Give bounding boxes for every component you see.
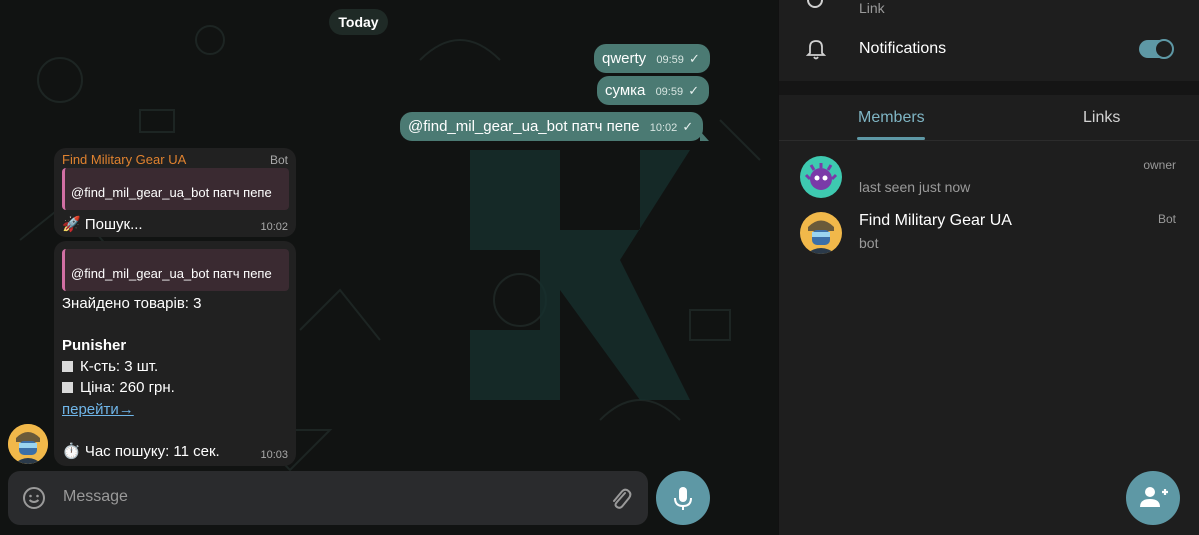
read-check-icon: ✓	[688, 83, 700, 98]
found-count-text: Знайдено товарів: 3	[62, 295, 202, 312]
message-time: 09:59	[655, 86, 684, 98]
bell-icon	[805, 40, 827, 60]
product-price: Ціна: 260 грн.	[62, 379, 175, 396]
tab-members[interactable]: Members	[858, 109, 925, 127]
toggle-knob	[1154, 39, 1174, 59]
add-user-icon	[1140, 487, 1168, 507]
bot-avatar-image	[800, 212, 842, 254]
notifications-label: Notifications	[859, 40, 947, 57]
bubble-tail	[700, 131, 710, 141]
reply-quote[interactable]: @find_mil_gear_ua_bot патч пепе	[62, 249, 289, 291]
tab-links[interactable]: Links	[1083, 109, 1120, 127]
sender-name[interactable]: Find Military Gear UA	[62, 152, 186, 167]
reply-quote[interactable]: @find_mil_gear_ua_bot патч пепе	[62, 168, 289, 210]
message-time: 10:03	[260, 449, 288, 461]
incoming-message[interactable]: Find Military Gear UA Bot @find_mil_gear…	[54, 148, 296, 237]
owner-avatar-image	[800, 156, 842, 198]
read-check-icon: ✓	[688, 51, 700, 66]
bot-avatar-image	[8, 424, 48, 464]
link-icon	[807, 0, 823, 8]
product-name: Punisher	[62, 337, 127, 354]
message-text: сумка	[605, 82, 646, 99]
message-time: 09:59	[656, 54, 684, 66]
message-time: 10:02	[649, 122, 678, 134]
member-item[interactable]: Find Military Gear UA bot Bot	[779, 212, 1199, 268]
link-label[interactable]: Link	[859, 0, 885, 16]
voice-record-button[interactable]	[656, 471, 710, 525]
outgoing-message[interactable]: сумка 09:59 ✓	[597, 76, 710, 105]
emoji-icon[interactable]	[22, 486, 46, 510]
member-role: Bot	[1157, 212, 1176, 226]
message-time: 10:02	[260, 221, 288, 233]
message-text: qwerty	[602, 50, 647, 67]
notifications-toggle[interactable]	[1139, 39, 1174, 59]
outgoing-message[interactable]: qwerty 09:59 ✓	[594, 44, 710, 73]
member-status: last seen just now	[859, 179, 971, 195]
product-quantity: К-сть: 3 шт.	[62, 358, 158, 375]
bot-avatar[interactable]	[8, 424, 48, 464]
attach-icon[interactable]	[608, 485, 632, 511]
panel-tabs: Members Links	[779, 95, 1199, 141]
incoming-message[interactable]: @find_mil_gear_ua_bot патч пепе Знайдено…	[54, 241, 296, 466]
read-check-icon: ✓	[682, 119, 694, 134]
member-avatar	[800, 212, 842, 254]
message-composer[interactable]: Message	[8, 471, 648, 525]
date-separator: Today	[329, 9, 388, 35]
member-status: bot	[859, 235, 879, 251]
member-item[interactable]: last seen just now owner	[779, 156, 1199, 212]
chat-area: Today qwerty 09:59 ✓ сумка 09:59 ✓ @find…	[0, 0, 778, 535]
member-avatar	[800, 156, 842, 198]
square-bullet-icon	[62, 382, 73, 393]
bot-badge: Bot	[269, 153, 288, 167]
group-info-panel: Link Notifications Members Links last se…	[778, 0, 1199, 535]
message-text: @find_mil_gear_ua_bot патч пепе	[408, 118, 640, 135]
message-input[interactable]: Message	[63, 488, 128, 506]
microphone-icon	[674, 487, 692, 510]
group-settings-section: Link Notifications	[779, 0, 1199, 81]
member-role: owner	[1143, 158, 1176, 172]
active-tab-indicator	[857, 137, 925, 140]
member-name: Find Military Gear UA	[859, 212, 1012, 229]
message-text: 🚀 Пошук...	[62, 216, 143, 233]
search-time-text: ⏱️ Час пошуку: 11 сек.	[62, 443, 220, 460]
product-link[interactable]: перейти→	[62, 401, 134, 418]
square-bullet-icon	[62, 361, 73, 372]
section-divider	[779, 81, 1199, 95]
add-member-button[interactable]	[1126, 471, 1180, 525]
outgoing-message[interactable]: @find_mil_gear_ua_bot патч пепе 10:02 ✓	[400, 112, 710, 141]
